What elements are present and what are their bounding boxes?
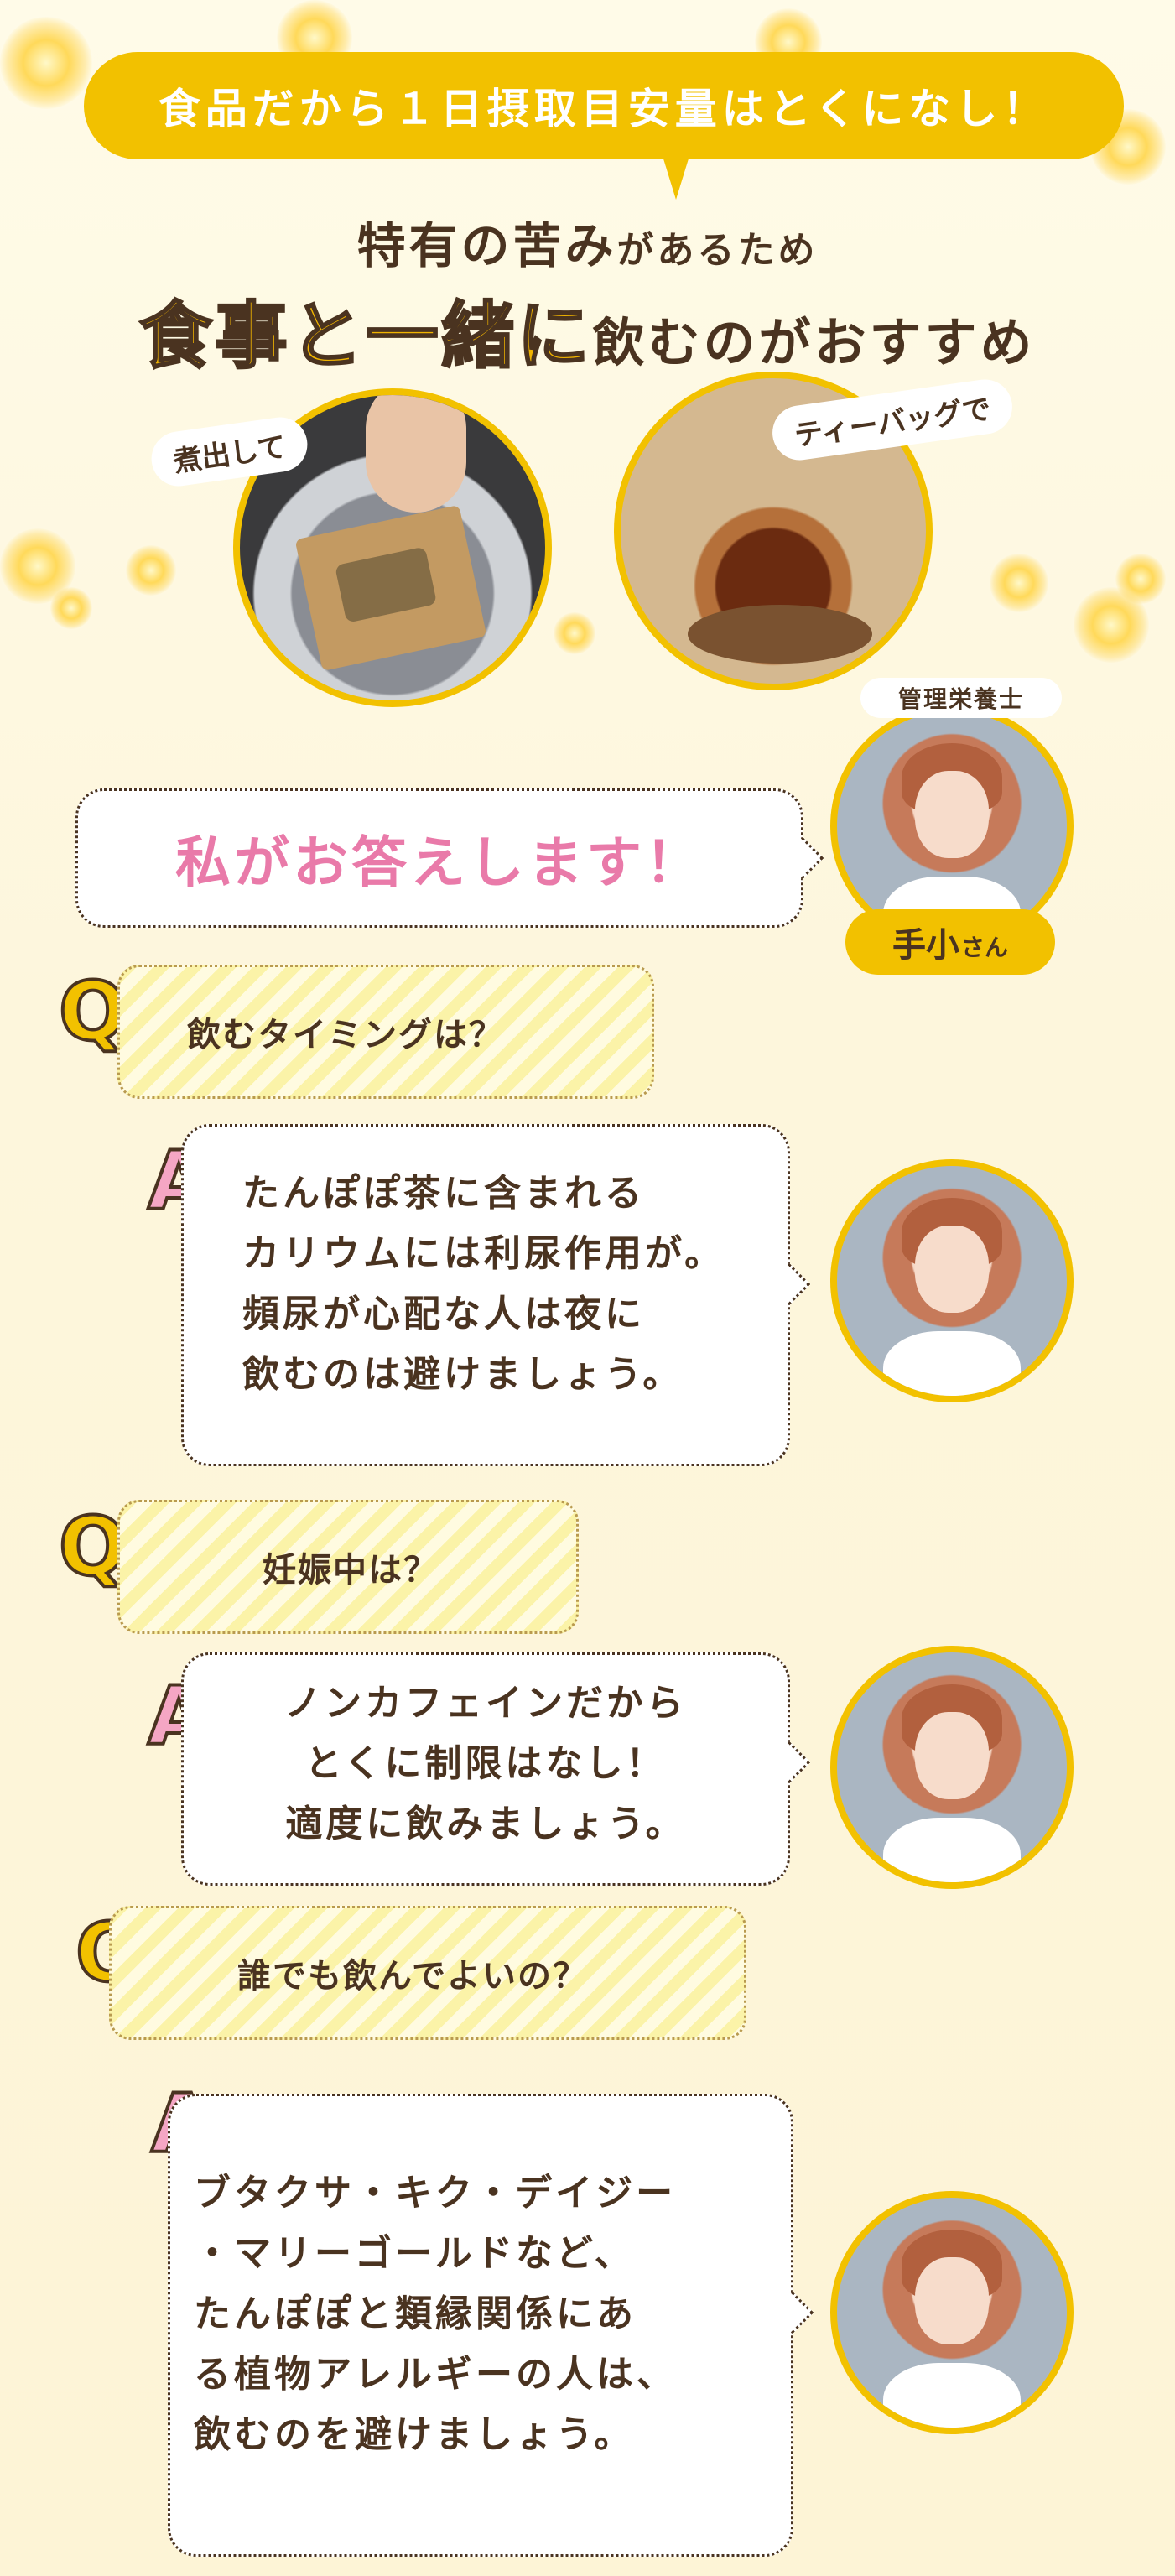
answer-bubble: ブタクサ・キク・デイジー ・マリーゴールドなど、 たんぽぽと類縁関係にあ る植物… [168, 2094, 814, 2557]
answer-line: 飲むのを避けましょう。 [194, 2413, 635, 2456]
intro-bubble: 私がお答えします！ [75, 788, 824, 928]
headline-small: があるため [616, 229, 819, 272]
answer-bubble: たんぽぽ茶に含まれる カリウムには利尿作用が。 頻尿が心配な人は夜に 飲むのは避… [181, 1124, 811, 1466]
question-bubble: 妊娠中は？ [117, 1500, 579, 1634]
expert-avatar [830, 1159, 1074, 1402]
answer-bubble: ノンカフェインだから とくに制限はなし！ 適度に飲みましょう。 [181, 1652, 811, 1886]
face-shape [915, 2257, 989, 2345]
answer-line: ブタクサ・キク・デイジー [194, 2172, 677, 2214]
question-bubble: 誰でも飲んでよいの？ [109, 1906, 746, 2040]
answer-line: 頻尿が心配な人は夜に [242, 1293, 645, 1335]
answer-line: カリウムには利尿作用が。 [242, 1232, 725, 1275]
banner-text: 食品だから１日摂取目安量はとくになし！ [158, 85, 1050, 133]
expert-name-tag: 手小 さん [845, 909, 1055, 975]
question-text: 誰でも飲んでよいの？ [237, 1957, 588, 1996]
expert-avatar [830, 2191, 1074, 2434]
sparkle-decoration [990, 554, 1048, 612]
shirt-shape [882, 1331, 1022, 1396]
hand-shape [366, 395, 466, 513]
expert-name: 手小 [892, 926, 959, 965]
answer-line: たんぽぽ茶に含まれる [242, 1172, 645, 1215]
sparkle-decoration [0, 17, 92, 109]
expert-avatar [830, 1646, 1074, 1889]
sparkle-decoration [126, 545, 176, 596]
answer-line: 飲むのは避けましょう。 [242, 1353, 684, 1396]
sparkle-decoration [1115, 554, 1166, 604]
expert-role: 管理栄養士 [860, 678, 1062, 718]
question-bubble: 飲むタイミングは？ [117, 965, 654, 1099]
shirt-shape [882, 2363, 1022, 2428]
answer-line: とくに制限はなし！ [304, 1742, 667, 1785]
question-text: 妊娠中は？ [263, 1551, 439, 1590]
headline-emphasis: 食事と一緒に [138, 294, 593, 380]
expert-honorific: さん [960, 934, 1008, 961]
intro-text: 私がお答えします！ [175, 830, 704, 895]
bubble-tail [781, 836, 824, 880]
sparkle-decoration [50, 587, 92, 629]
headline-main: 特有の苦み [356, 217, 617, 274]
face-shape [915, 1226, 989, 1314]
headline-line2: 食事と一緒に飲むのがおすすめ [0, 277, 1175, 382]
saucer-shape [688, 605, 872, 664]
headline-rest: 飲むのがおすすめ [592, 312, 1036, 373]
answer-line: ノンカフェインだから [284, 1682, 687, 1725]
answer-line: る植物アレルギーの人は、 [194, 2353, 677, 2396]
headline-line1: 特有の苦みがあるため [0, 206, 1175, 277]
top-banner: 食品だから１日摂取目安量はとくになし！ [84, 52, 1124, 200]
face-shape [915, 1712, 989, 1800]
answer-line: 適度に飲みましょう。 [285, 1803, 686, 1845]
answer-line: ・マリーゴールドなど、 [194, 2232, 635, 2275]
face-shape [915, 771, 989, 859]
sparkle-decoration [554, 612, 595, 654]
answer-line: たんぽぽと類縁関係にあ [194, 2292, 637, 2335]
shirt-shape [882, 1818, 1022, 1882]
teabag-shape [294, 504, 487, 672]
question-text: 飲むタイミングは？ [187, 1016, 504, 1054]
page: 食品だから１日摂取目安量はとくになし！ 特有の苦みがあるため 食事と一緒に飲むの… [0, 0, 1175, 2576]
